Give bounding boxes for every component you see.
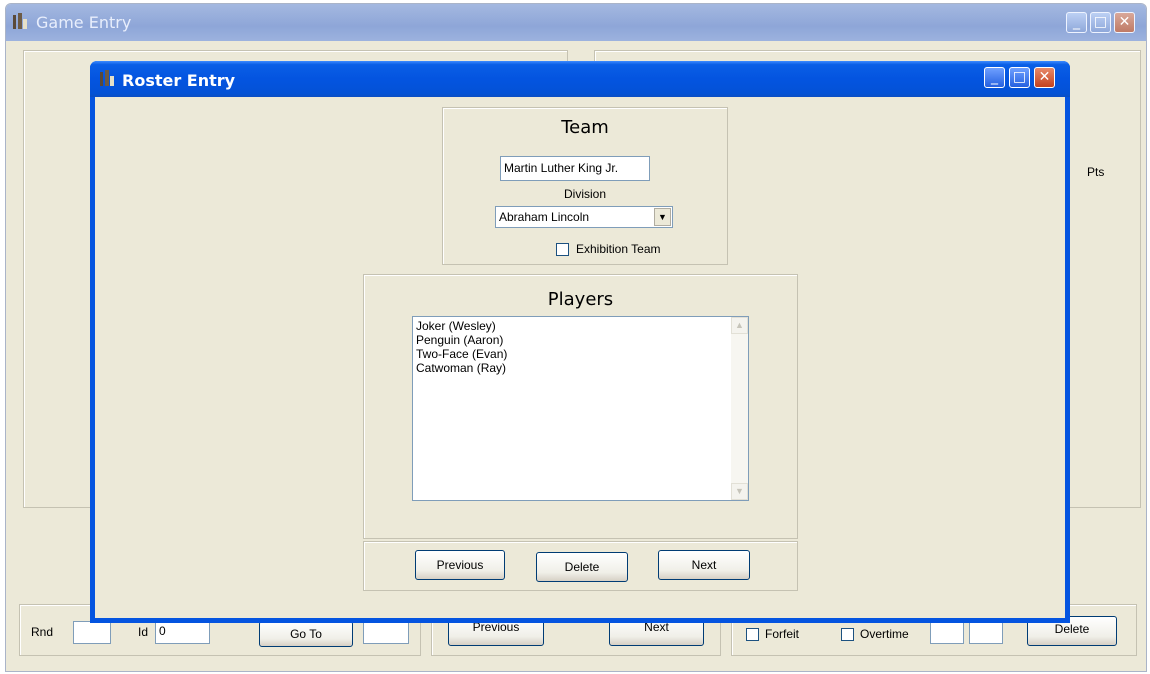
roster-next-button[interactable]: Next <box>658 550 750 580</box>
division-value: Abraham Lincoln <box>499 210 590 224</box>
window-title: Game Entry <box>36 13 132 32</box>
roster-previous-button[interactable]: Previous <box>415 550 505 580</box>
minimize-icon[interactable]: _ <box>984 67 1005 88</box>
scroll-up-icon[interactable]: ▲ <box>731 317 748 334</box>
scroll-down-icon[interactable]: ▼ <box>731 483 748 500</box>
app-icon <box>99 70 115 88</box>
overtime-label: Overtime <box>860 627 909 641</box>
list-item[interactable]: Two-Face (Evan) <box>416 347 507 361</box>
forfeit-label: Forfeit <box>765 627 800 641</box>
minimize-icon[interactable]: _ <box>1066 12 1087 33</box>
close-icon[interactable]: ✕ <box>1114 12 1135 33</box>
list-item[interactable]: Joker (Wesley) <box>416 319 496 333</box>
id-input[interactable]: 0 <box>155 621 210 644</box>
roster-client-area: Team Martin Luther King Jr. Division Abr… <box>95 97 1065 618</box>
team-name-input[interactable]: Martin Luther King Jr. <box>500 156 650 181</box>
rnd-label: Rnd <box>31 625 54 639</box>
overtime-checkbox[interactable] <box>841 628 854 641</box>
pts-label: Pts <box>1087 165 1105 179</box>
chevron-down-icon[interactable]: ▼ <box>654 208 671 226</box>
id-label: Id <box>138 625 149 639</box>
exhibition-label: Exhibition Team <box>576 242 661 256</box>
maximize-icon[interactable]: □ <box>1009 67 1030 88</box>
roster-delete-button[interactable]: Delete <box>536 552 628 582</box>
team-heading: Team <box>561 117 609 138</box>
forfeit-checkbox[interactable] <box>746 628 759 641</box>
goto-button[interactable]: Go To <box>259 621 353 647</box>
players-heading: Players <box>547 289 614 310</box>
goto-input[interactable] <box>363 621 409 644</box>
list-item[interactable]: Penguin (Aaron) <box>416 333 503 347</box>
app-icon <box>12 13 28 31</box>
players-listbox[interactable]: Joker (Wesley) Penguin (Aaron) Two-Face … <box>412 316 749 501</box>
roster-entry-window: Roster Entry _ □ ✕ Team Martin Luther Ki… <box>90 61 1070 623</box>
division-select[interactable]: Abraham Lincoln ▼ <box>495 206 673 228</box>
list-item[interactable]: Catwoman (Ray) <box>416 361 506 375</box>
score2-input[interactable] <box>969 621 1003 644</box>
close-icon[interactable]: ✕ <box>1034 67 1055 88</box>
maximize-icon[interactable]: □ <box>1090 12 1111 33</box>
exhibition-checkbox[interactable] <box>556 243 569 256</box>
score1-input[interactable] <box>930 621 964 644</box>
window-title: Roster Entry <box>122 71 236 90</box>
roster-entry-titlebar[interactable]: Roster Entry _ □ ✕ <box>90 61 1070 97</box>
scrollbar[interactable]: ▲ ▼ <box>731 317 748 500</box>
game-entry-titlebar[interactable]: Game Entry _ □ ✕ <box>6 4 1146 41</box>
division-label: Division <box>563 187 606 201</box>
rnd-input[interactable] <box>73 621 111 644</box>
